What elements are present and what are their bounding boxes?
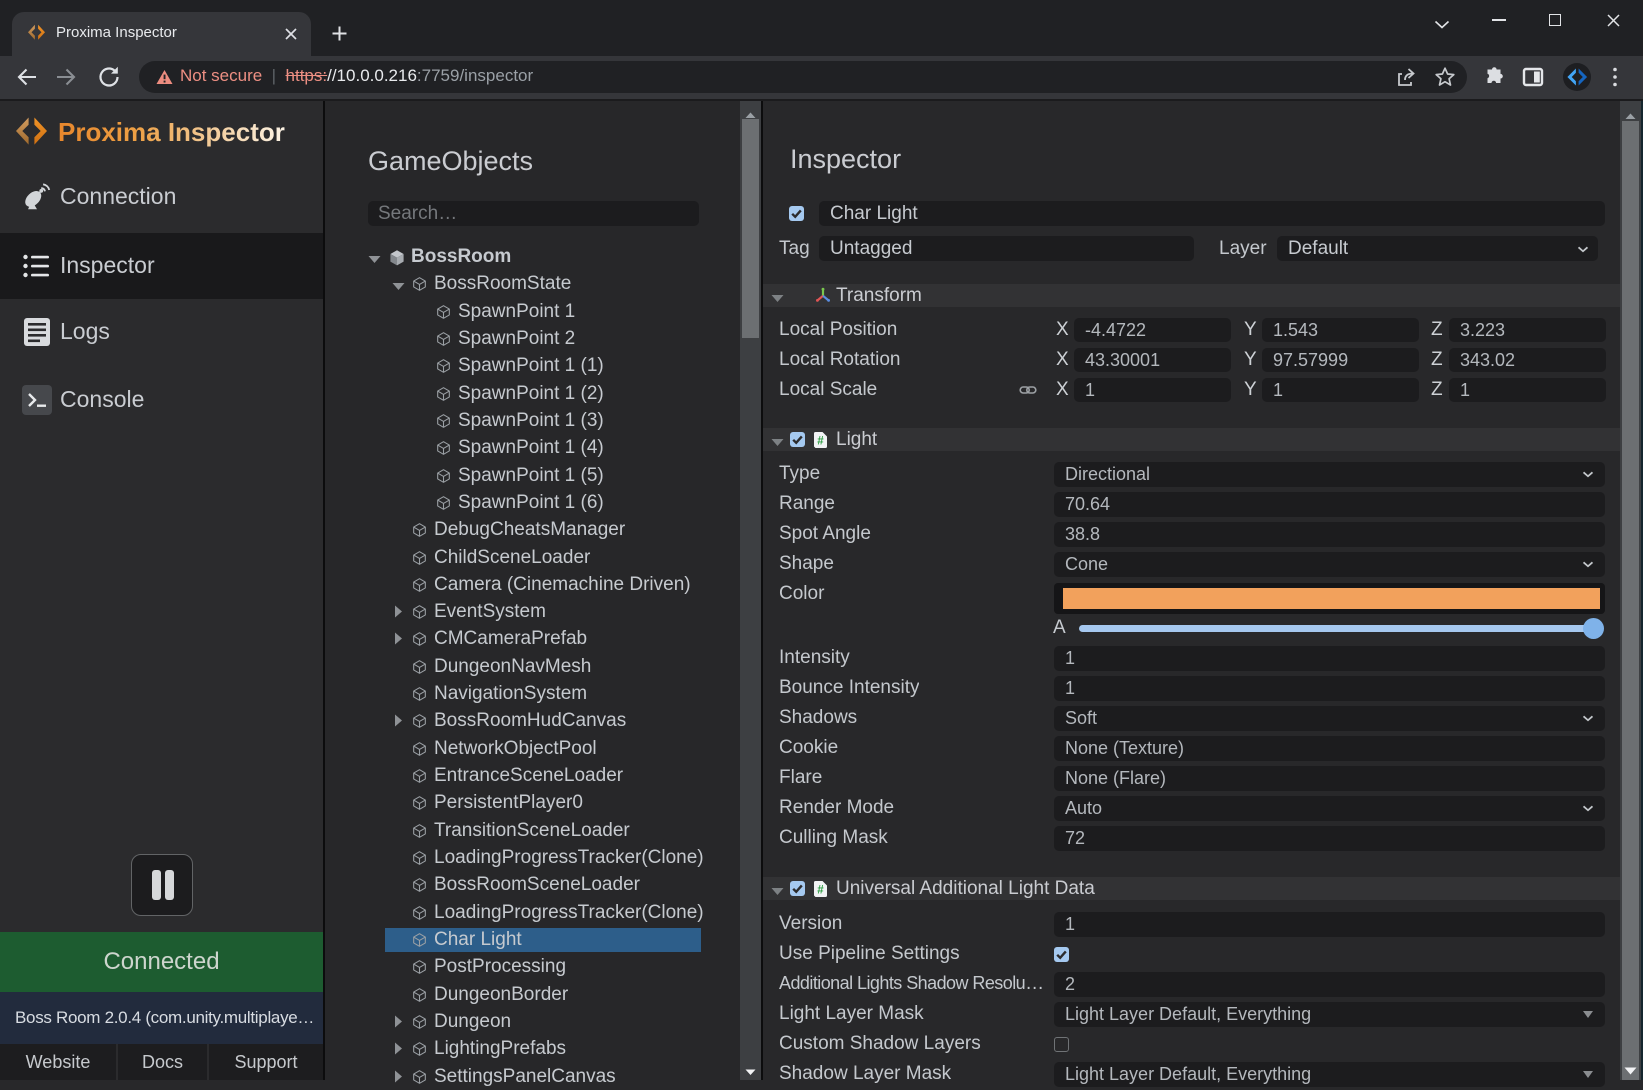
- svg-text:#: #: [817, 885, 824, 897]
- svg-text:#: #: [817, 436, 824, 448]
